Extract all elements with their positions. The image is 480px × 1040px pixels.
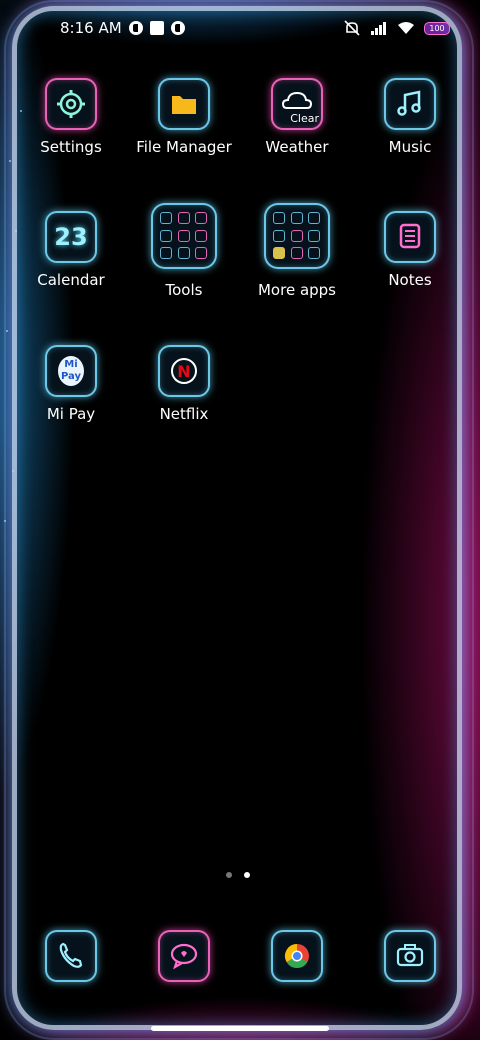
clock: 8:16 AM <box>60 19 122 37</box>
page-dot[interactable] <box>226 872 232 878</box>
folder-more-apps[interactable]: More apps <box>242 203 352 299</box>
app-music[interactable]: Music <box>355 78 465 156</box>
app-label: Weather <box>265 138 329 156</box>
notification-square-icon <box>149 21 164 35</box>
signal-icon <box>371 22 386 35</box>
home-screen: 8:16 AM 100 Settings File Manager Clear … <box>0 0 480 1040</box>
app-label: Music <box>388 138 432 156</box>
app-notes[interactable]: Notes <box>355 211 465 289</box>
status-bar: 8:16 AM 100 <box>0 14 480 42</box>
netflix-logo: N <box>171 358 197 384</box>
calendar-day: 23 <box>54 223 88 251</box>
music-note-icon <box>384 78 436 130</box>
app-netflix[interactable]: N Netflix <box>129 345 239 423</box>
app-settings[interactable]: Settings <box>16 78 126 156</box>
app-messages[interactable] <box>129 930 239 982</box>
app-label: Calendar <box>37 271 105 289</box>
app-chrome[interactable] <box>242 930 352 982</box>
app-mi-pay[interactable]: Mi Pay Mi Pay <box>16 345 126 423</box>
phone-icon <box>45 930 97 982</box>
app-label: More apps <box>257 281 336 299</box>
app-camera[interactable] <box>355 930 465 982</box>
silent-icon <box>344 20 360 36</box>
app-label: Settings <box>40 138 102 156</box>
folder-icon <box>264 203 330 269</box>
app-label: Tools <box>165 281 203 299</box>
app-label: Netflix <box>159 405 209 423</box>
app-label: File Manager <box>136 138 232 156</box>
sparkle <box>12 470 14 472</box>
folder-icon <box>158 78 210 130</box>
app-calendar[interactable]: 23 Calendar <box>16 211 126 289</box>
app-label: Notes <box>388 271 432 289</box>
wifi-icon <box>398 22 414 34</box>
app-weather[interactable]: Clear Weather <box>242 78 352 156</box>
calendar-icon: 23 <box>45 211 97 263</box>
app-label: Mi Pay <box>46 405 96 423</box>
sparkle <box>9 160 11 162</box>
battery-icon: 100 <box>424 21 450 35</box>
weather-condition: Clear <box>290 112 319 125</box>
netflix-icon: N <box>158 345 210 397</box>
mi-pay-icon: Mi Pay <box>45 345 97 397</box>
message-icon <box>158 930 210 982</box>
notification-icon-2 <box>170 21 185 35</box>
cloud-icon: Clear <box>271 78 323 130</box>
mi-pay-glyph-bottom: Pay <box>60 371 82 382</box>
app-phone[interactable] <box>16 930 126 982</box>
chrome-icon <box>271 930 323 982</box>
sparkle <box>6 330 8 332</box>
gear-icon <box>45 78 97 130</box>
notification-icon-1 <box>128 21 143 35</box>
folder-icon <box>151 203 217 269</box>
home-indicator[interactable] <box>151 1026 329 1031</box>
folder-tools[interactable]: Tools <box>129 203 239 299</box>
app-file-manager[interactable]: File Manager <box>129 78 239 156</box>
page-dot-active[interactable] <box>244 872 250 878</box>
mi-pay-glyph-top: Mi <box>64 359 78 370</box>
notes-icon <box>384 211 436 263</box>
camera-icon <box>384 930 436 982</box>
sparkle <box>4 520 6 522</box>
page-indicator <box>226 872 250 878</box>
